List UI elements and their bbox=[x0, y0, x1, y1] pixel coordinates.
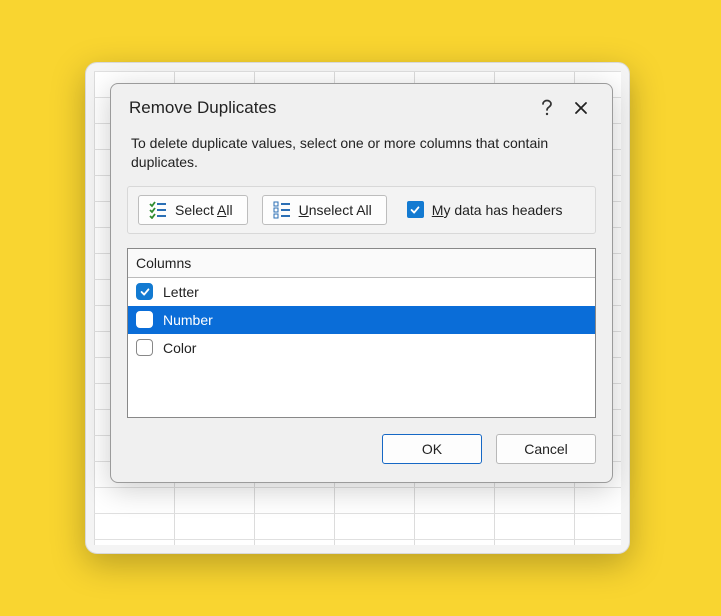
remove-duplicates-dialog: Remove Duplicates To delete duplicate va… bbox=[110, 83, 613, 483]
column-checkbox[interactable] bbox=[136, 311, 153, 328]
help-button[interactable] bbox=[530, 94, 564, 122]
dialog-titlebar: Remove Duplicates bbox=[111, 84, 612, 128]
dialog-toolbar: Select All Unselect All My data has head… bbox=[127, 186, 596, 234]
column-row[interactable]: Color bbox=[128, 334, 595, 362]
select-all-icon bbox=[149, 201, 167, 219]
has-headers-label: My data has headers bbox=[432, 202, 563, 218]
select-all-label: Select All bbox=[175, 202, 233, 218]
unselect-all-label: Unselect All bbox=[299, 202, 372, 218]
help-icon bbox=[541, 99, 553, 117]
close-button[interactable] bbox=[564, 94, 598, 122]
dialog-instruction: To delete duplicate values, select one o… bbox=[111, 128, 612, 186]
select-all-button[interactable]: Select All bbox=[138, 195, 248, 225]
dialog-title: Remove Duplicates bbox=[129, 98, 276, 118]
columns-header: Columns bbox=[128, 249, 595, 278]
close-icon bbox=[574, 101, 588, 115]
cancel-button[interactable]: Cancel bbox=[496, 434, 596, 464]
unselect-all-icon bbox=[273, 201, 291, 219]
has-headers-option[interactable]: My data has headers bbox=[407, 201, 563, 218]
column-row[interactable]: Letter bbox=[128, 278, 595, 306]
columns-listbox[interactable]: Columns Letter Number Color bbox=[127, 248, 596, 418]
column-row[interactable]: Number bbox=[128, 306, 595, 334]
unselect-all-button[interactable]: Unselect All bbox=[262, 195, 387, 225]
column-label: Color bbox=[163, 340, 196, 356]
column-checkbox[interactable] bbox=[136, 283, 153, 300]
ok-button[interactable]: OK bbox=[382, 434, 482, 464]
column-checkbox[interactable] bbox=[136, 339, 153, 356]
column-label: Number bbox=[163, 312, 213, 328]
column-label: Letter bbox=[163, 284, 199, 300]
dialog-buttons: OK Cancel bbox=[111, 418, 612, 482]
has-headers-checkbox[interactable] bbox=[407, 201, 424, 218]
